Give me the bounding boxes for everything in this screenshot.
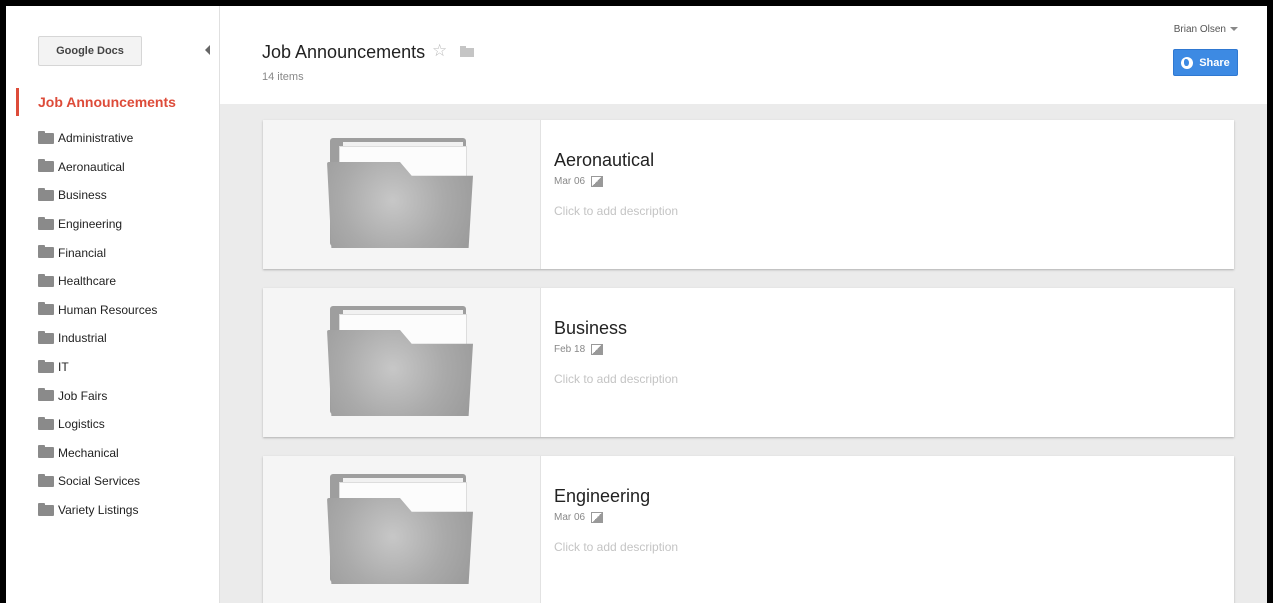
folder-icon [38,159,54,173]
folder-icon [38,187,54,201]
folder-list: Administrative Aeronautical Business Eng… [38,124,157,524]
large-folder-icon [327,138,477,250]
sidebar-item-financial[interactable]: Financial [38,238,157,267]
folder-card[interactable]: Business Feb 18 Click to add description [263,288,1234,437]
folder-card[interactable]: Aeronautical Mar 06 Click to add descrip… [263,120,1234,269]
card-description[interactable]: Click to add description [554,204,678,218]
sidebar-item-human-resources[interactable]: Human Resources [38,296,157,325]
star-outline-icon[interactable]: ☆ [432,41,447,61]
folder-icon [38,502,54,516]
chevron-down-icon [1230,27,1238,32]
folder-icon [38,330,54,344]
sidebar-item-label: Engineering [58,217,123,232]
share-button-label: Share [1199,56,1230,69]
sidebar-item-business[interactable]: Business [38,181,157,210]
folder-icon [38,130,54,144]
folder-icon [38,302,54,316]
date-text: Mar 06 [554,176,586,187]
card-title[interactable]: Engineering [554,486,650,507]
folder-icon [38,273,54,287]
sidebar-item-healthcare[interactable]: Healthcare [38,267,157,296]
folder-icon [38,245,54,259]
sidebar-item-label: Social Services [58,474,141,489]
sidebar-item-label: Variety Listings [58,503,139,518]
card-date: Mar 06 [554,176,604,187]
folder-icon [38,473,54,487]
folder-icon[interactable] [460,46,474,57]
large-folder-icon [327,474,477,586]
card-description[interactable]: Click to add description [554,540,678,554]
collapse-sidebar-icon[interactable] [205,45,210,55]
sidebar-item-social-services[interactable]: Social Services [38,467,157,496]
sidebar-item-mechanical[interactable]: Mechanical [38,439,157,468]
folder-icon [38,359,54,373]
card-date: Feb 18 [554,344,604,355]
sidebar-item-label: Administrative [58,131,134,146]
sidebar-item-industrial[interactable]: Industrial [38,324,157,353]
folder-icon [38,445,54,459]
folder-icon [38,216,54,230]
app-window: Google Docs Job Announcements Administra… [6,6,1267,603]
google-docs-button[interactable]: Google Docs [38,36,142,66]
card-date: Mar 06 [554,512,604,523]
sidebar-item-job-fairs[interactable]: Job Fairs [38,381,157,410]
sidebar-item-logistics[interactable]: Logistics [38,410,157,439]
folder-thumbnail[interactable] [263,120,541,269]
user-menu[interactable]: Brian Olsen [1174,24,1238,35]
folder-icon [38,388,54,402]
sidebar-item-label: Healthcare [58,274,117,289]
card-title[interactable]: Business [554,318,627,339]
sidebar-item-label: Logistics [58,417,105,432]
sidebar-item-variety-listings[interactable]: Variety Listings [38,496,157,525]
large-folder-icon [327,306,477,418]
date-text: Feb 18 [554,344,586,355]
date-text: Mar 06 [554,512,586,523]
sidebar-item-label: IT [58,360,69,375]
folder-card[interactable]: Engineering Mar 06 Click to add descript… [263,456,1234,603]
share-button[interactable]: Share [1173,49,1238,76]
sidebar-item-engineering[interactable]: Engineering [38,210,157,239]
folder-icon [38,416,54,430]
folder-content: Aeronautical Mar 06 Click to add descrip… [220,104,1267,603]
current-folder-item[interactable]: Job Announcements [16,88,219,116]
sidebar-item-administrative[interactable]: Administrative [38,124,157,153]
card-title[interactable]: Aeronautical [554,150,654,171]
sidebar-item-label: Industrial [58,331,107,346]
folder-thumbnail[interactable] [263,456,541,603]
page-title: Job Announcements [262,42,426,62]
sidebar-item-label: Job Fairs [58,388,108,403]
sidebar-item-label: Mechanical [58,445,119,460]
card-description[interactable]: Click to add description [554,372,678,386]
image-icon [591,512,604,523]
page-header: Job Announcements ☆ 14 items Brian Olsen… [220,6,1267,104]
current-folder-label: Job Announcements [38,94,176,110]
user-name: Brian Olsen [1173,24,1226,35]
sidebar-item-aeronautical[interactable]: Aeronautical [38,153,157,182]
sidebar-item-label: Human Resources [58,302,158,317]
sidebar-item-it[interactable]: IT [38,353,157,382]
sidebar-item-label: Aeronautical [58,159,125,174]
globe-icon [1181,56,1194,69]
image-icon [591,344,604,355]
item-count: 14 items [262,71,304,83]
sidebar-item-label: Business [58,188,107,203]
sidebar-item-label: Financial [58,245,107,260]
sidebar: Google Docs Job Announcements Administra… [6,6,220,603]
folder-thumbnail[interactable] [263,288,541,437]
image-icon [591,176,604,187]
